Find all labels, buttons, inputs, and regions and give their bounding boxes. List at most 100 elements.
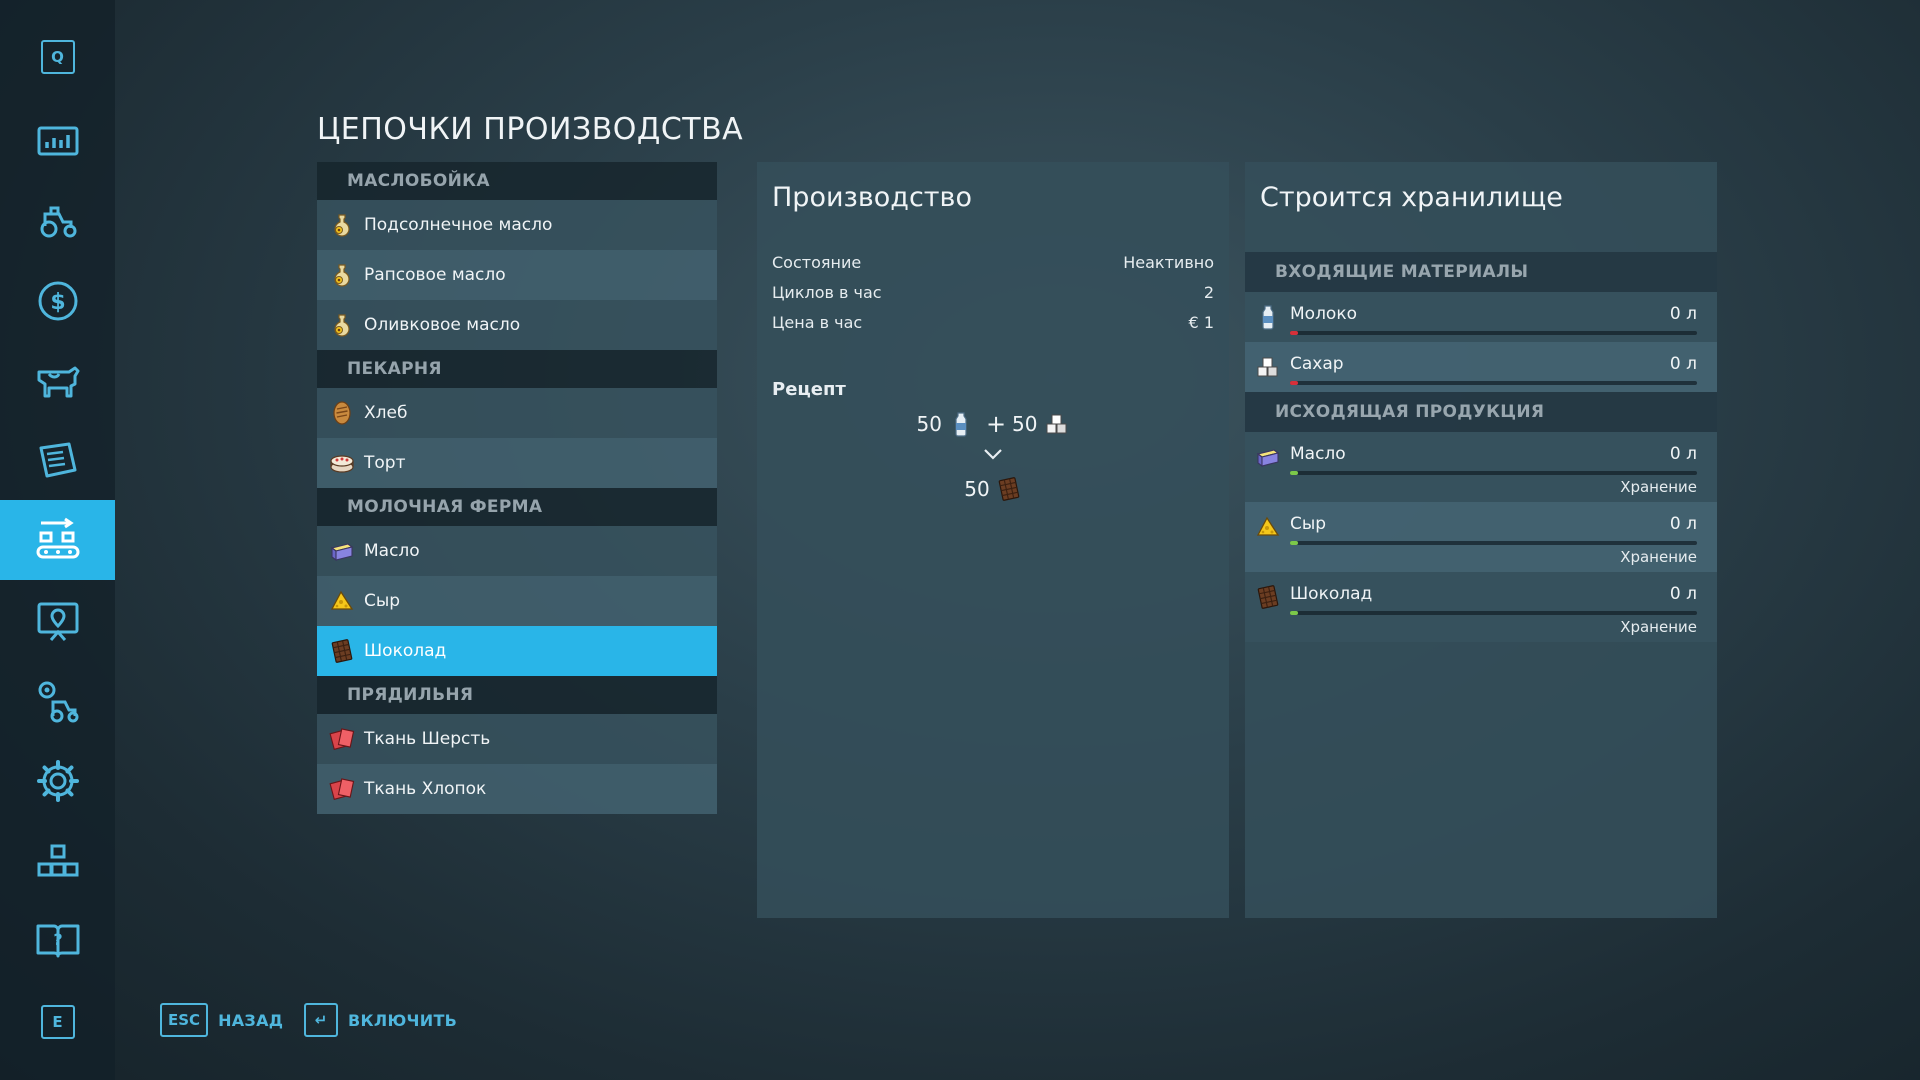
back-label: НАЗАД	[218, 1010, 284, 1030]
sidebar-next-key[interactable]: E	[0, 982, 115, 1062]
sidebar-prev-key[interactable]: Q	[0, 17, 115, 97]
chain-item-label: Масло	[364, 541, 420, 561]
storage-item-name: Сахар	[1290, 354, 1344, 374]
stat-row-cycles: Циклов в час 2	[757, 277, 1229, 307]
chain-item-cake[interactable]: Торт	[317, 438, 717, 488]
chain-item-label: Шоколад	[364, 641, 447, 661]
storage-item-name: Шоколад	[1290, 584, 1373, 604]
stat-value: 2	[1203, 282, 1214, 302]
esc-key-hint: ESC	[160, 1003, 209, 1037]
storage-fill-bar	[1290, 611, 1697, 615]
production-title: Производство	[772, 182, 972, 213]
sugar-icon	[1255, 354, 1281, 380]
svg-text:?: ?	[53, 930, 62, 949]
chain-item-chocolate[interactable]: Шоколад	[317, 626, 717, 676]
sugar-icon	[1044, 411, 1070, 437]
recipe-input-amount: 50	[916, 412, 942, 436]
chocolate-icon	[329, 638, 355, 664]
help-book-icon: ?	[36, 924, 79, 958]
stats-icon	[37, 126, 78, 156]
tractor-icon	[40, 206, 76, 238]
garage-icon	[38, 681, 78, 723]
recipe-output-amount: 50	[964, 477, 990, 501]
recipe-diagram: 50 + 50 50	[757, 400, 1229, 520]
production-chain-list: МАСЛОБОЙКА Подсолнечное масло Рапсовое м…	[317, 162, 717, 814]
chain-item-butter[interactable]: Масло	[317, 526, 717, 576]
chain-item-cheese[interactable]: Сыр	[317, 576, 717, 626]
chevron-down-icon	[983, 448, 1003, 460]
page-title: ЦЕПОЧКИ ПРОИЗВОДСТВА	[317, 112, 744, 147]
group-header-dairy: МОЛОЧНАЯ ФЕРМА	[317, 488, 717, 526]
storage-item-amount: 0 л	[1669, 354, 1697, 374]
storage-item-amount: 0 л	[1669, 444, 1697, 464]
storage-item-amount: 0 л	[1669, 514, 1697, 534]
fill-level	[1290, 471, 1298, 475]
sidebar-item-overview[interactable]	[0, 821, 115, 901]
chocolate-icon	[996, 476, 1022, 502]
chain-item-olive-oil[interactable]: Оливковое масло	[317, 300, 717, 350]
sidebar-item-animals[interactable]	[0, 341, 115, 421]
storage-mode-toggle[interactable]: Хранение	[1620, 548, 1697, 566]
storage-mode-toggle[interactable]: Хранение	[1620, 618, 1697, 636]
storage-panel: Строится хранилище ВХОДЯЩИЕ МАТЕРИАЛЫ Мо…	[1245, 162, 1717, 918]
production-panel: Производство Состояние Неактивно Циклов …	[757, 162, 1229, 918]
recipe-input-amount: 50	[1012, 412, 1038, 436]
stat-row-status: Состояние Неактивно	[757, 247, 1229, 277]
chocolate-icon	[1255, 584, 1281, 610]
fabric-icon	[329, 726, 355, 752]
enable-button[interactable]: ↵ ВКЛЮЧИТЬ	[304, 1003, 457, 1037]
storage-item-amount: 0 л	[1669, 584, 1697, 604]
fill-level	[1290, 611, 1298, 615]
sidebar-item-help[interactable]: ?	[0, 901, 115, 981]
chain-item-sunflower-oil[interactable]: Подсолнечное масло	[317, 200, 717, 250]
enable-label: ВКЛЮЧИТЬ	[348, 1010, 458, 1030]
chain-item-bread[interactable]: Хлеб	[317, 388, 717, 438]
storage-fill-bar	[1290, 471, 1697, 475]
milk-icon	[948, 411, 974, 437]
chain-item-label: Рапсовое масло	[364, 265, 506, 285]
enter-key-icon: ↵	[304, 1003, 338, 1037]
sidebar-item-map[interactable]	[0, 581, 115, 661]
storage-item-name: Молоко	[1290, 304, 1358, 324]
chain-item-label: Торт	[364, 453, 406, 473]
storage-fill-bar	[1290, 331, 1697, 335]
outgoing-header: ИСХОДЯЩАЯ ПРОДУКЦИЯ	[1245, 392, 1717, 432]
milk-icon	[1255, 304, 1281, 330]
chain-item-canola-oil[interactable]: Рапсовое масло	[317, 250, 717, 300]
cow-icon	[37, 366, 79, 398]
storage-mode-toggle[interactable]: Хранение	[1620, 478, 1697, 496]
chain-item-label: Ткань Шерсть	[364, 729, 491, 749]
blocks-icon	[37, 844, 78, 877]
recipe-plus: +	[985, 410, 1007, 438]
chain-item-label: Ткань Хлопок	[364, 779, 487, 799]
group-header-spinnery: ПРЯДИЛЬНЯ	[317, 676, 717, 714]
storage-fill-bar	[1290, 381, 1697, 385]
chain-item-wool-fabric[interactable]: Ткань Шерсть	[317, 714, 717, 764]
stat-row-cost: Цена в час € 1	[757, 307, 1229, 337]
storage-fill-bar	[1290, 541, 1697, 545]
sidebar-item-contracts[interactable]	[0, 421, 115, 501]
canola-oil-icon	[329, 262, 355, 288]
chain-item-cotton-fabric[interactable]: Ткань Хлопок	[317, 764, 717, 814]
storage-item-name: Сыр	[1290, 514, 1327, 534]
storage-row-cheese: Сыр 0 л Хранение	[1245, 502, 1717, 572]
contracts-icon	[39, 442, 76, 478]
settings-icon	[36, 760, 79, 802]
sidebar-item-settings[interactable]	[0, 741, 115, 821]
stat-label: Циклов в час	[772, 282, 882, 302]
storage-title: Строится хранилище	[1260, 182, 1563, 213]
cheese-icon	[1255, 514, 1281, 540]
sidebar-item-finance[interactable]: $	[0, 261, 115, 341]
storage-row-sugar: Сахар 0 л	[1245, 342, 1717, 392]
chain-item-label: Сыр	[364, 591, 401, 611]
stat-label: Состояние	[772, 252, 862, 272]
storage-row-chocolate: Шоколад 0 л Хранение	[1245, 572, 1717, 642]
sidebar-item-stats[interactable]	[0, 101, 115, 181]
back-button[interactable]: ESC НАЗАД	[160, 1003, 283, 1037]
sidebar-item-production[interactable]	[0, 500, 115, 580]
sidebar-item-vehicles[interactable]	[0, 181, 115, 261]
stat-value: Неактивно	[1123, 252, 1214, 272]
sidebar-item-garage[interactable]	[0, 661, 115, 741]
chain-item-label: Оливковое масло	[364, 315, 521, 335]
storage-item-amount: 0 л	[1669, 304, 1697, 324]
